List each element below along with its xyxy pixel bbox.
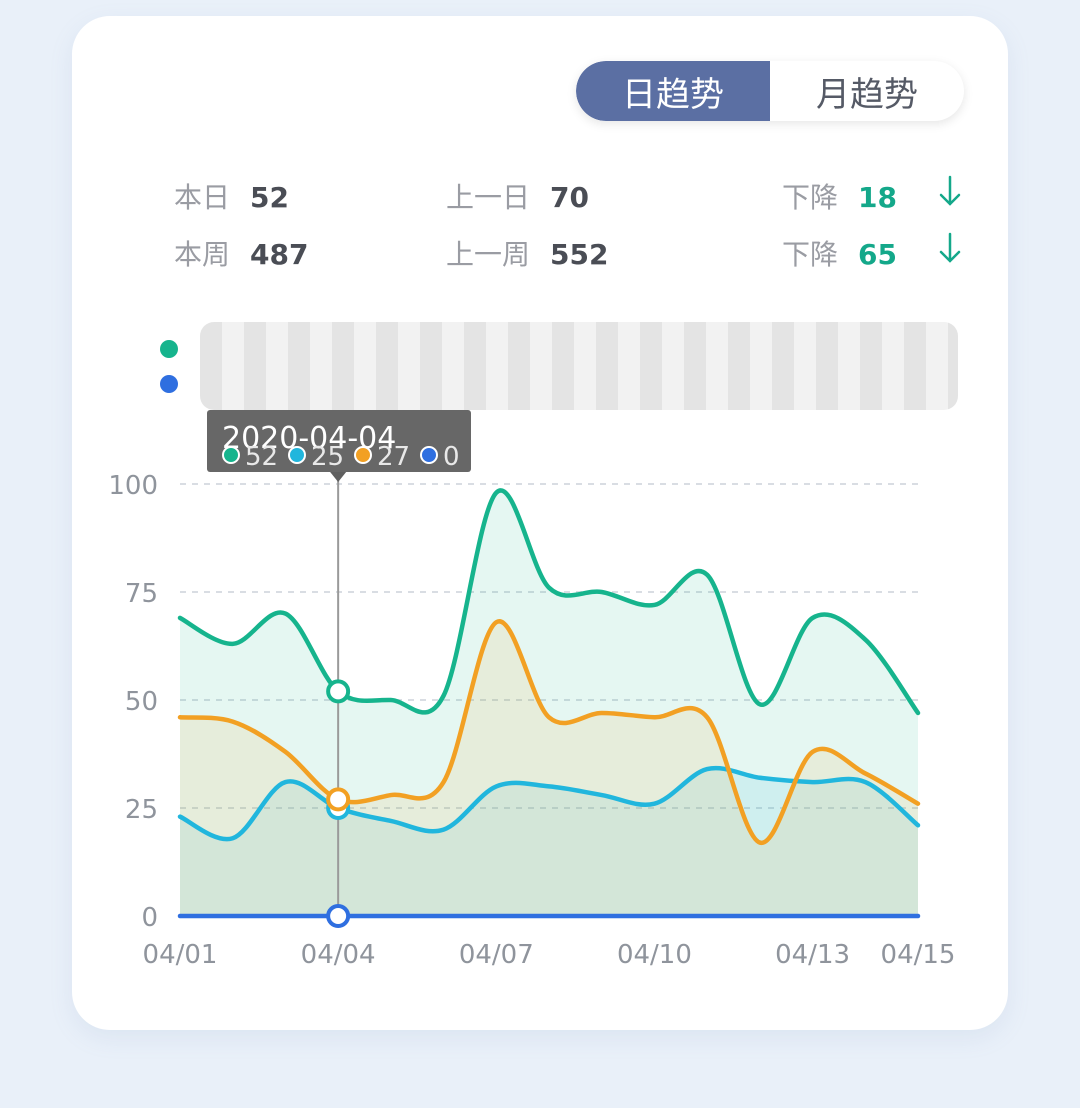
x-tick-label: 04/13 [775,940,850,970]
tooltip-value-cyan: 25 [311,442,344,472]
highlight-point-orange [326,787,351,812]
y-tick-label: 75 [125,579,158,609]
x-tick-label: 04/01 [143,940,218,970]
highlight-point-green [326,679,351,704]
y-tick-label: 25 [125,795,158,825]
tooltip-value-blue: 0 [443,442,460,472]
x-tick-label: 04/10 [617,940,692,970]
y-tick-label: 0 [141,903,158,933]
tooltip-pointer [330,472,347,482]
y-tick-label: 50 [125,687,158,717]
x-tick-label: 04/15 [881,940,956,970]
trend-chart: 0 25 50 75 100 04/01 04/04 04/07 04/10 04/13 04/15… [108,410,956,970]
y-tick-label: 100 [108,471,158,501]
highlight-point-blue [326,904,351,928]
tooltip-dot-green [222,446,240,464]
tooltip-value-green: 52 [245,442,278,472]
x-tick-label: 04/04 [301,940,376,970]
tooltip-dot-cyan [288,446,306,464]
x-tick-label: 04/07 [459,940,534,970]
tooltip-value-orange: 27 [377,442,410,472]
tooltip-dot-orange [354,446,372,464]
tooltip-dot-blue [420,446,438,464]
tooltip: 2020-04-0452 25 27 0 [207,410,471,482]
